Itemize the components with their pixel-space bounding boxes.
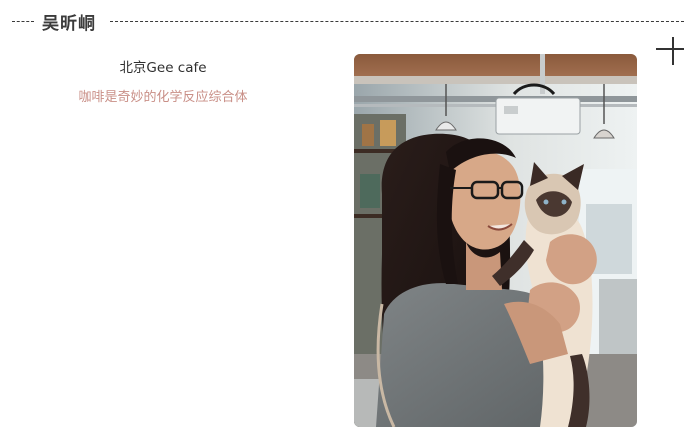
plus-icon-horizontal [656, 48, 684, 50]
plus-icon-vertical [672, 37, 674, 65]
location-label: 北京Gee cafe [119, 60, 207, 76]
section-header: 吴昕峒 [0, 0, 689, 44]
photo-illustration [354, 54, 637, 427]
tagline-text: 咖啡是奇妙的化学反应综合体 [78, 90, 248, 105]
photo-caption: 北京Gee cafe 咖啡是奇妙的化学反应综合体 [40, 58, 286, 108]
dashed-divider-left [12, 21, 34, 22]
woman-with-cat-photo [354, 54, 637, 427]
person-name: 吴昕峒 [42, 14, 96, 34]
dashed-divider-right [110, 21, 684, 22]
plus-icon [656, 37, 684, 65]
